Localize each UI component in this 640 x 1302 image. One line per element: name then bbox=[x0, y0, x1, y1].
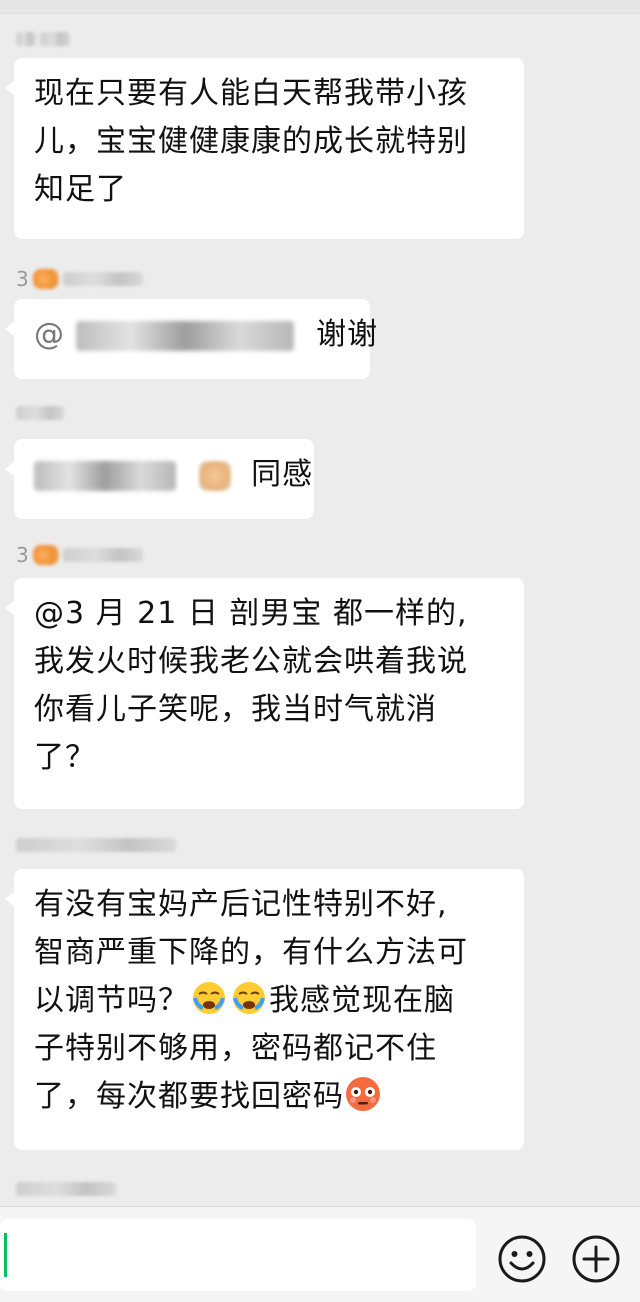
blurred-mention bbox=[75, 320, 294, 351]
message-text: 了，每次都要找回密码 bbox=[34, 1079, 344, 1114]
message-text: 我感觉现在脑 bbox=[269, 983, 455, 1018]
message-bubble-5[interactable]: 有没有宝妈产后记性特别不好, 智商严重下降的，有什么方法可 以调节吗？ 我感觉现… bbox=[5, 869, 524, 1150]
blurred-name bbox=[16, 838, 176, 852]
message-line: 你看儿子笑呢，我当时气就消 bbox=[34, 692, 437, 727]
blurred-name bbox=[16, 1182, 116, 1196]
message-bubble-4[interactable]: @3 月 21 日 剖男宝 都一样的, 我发火时候我老公就会哄着我说 你看儿子笑… bbox=[5, 578, 524, 809]
message-line: 以调节吗？ 我感觉现在脑 bbox=[34, 977, 508, 1025]
message-line: 现在只要有人能白天帮我带小孩 bbox=[34, 76, 468, 111]
sender-name-4: 3 bbox=[16, 542, 143, 568]
message-line: 了，每次都要找回密码 bbox=[34, 1073, 508, 1121]
blurred-name bbox=[62, 548, 143, 562]
text-caret bbox=[4, 1233, 7, 1277]
message-line: 子特别不够用，密码都记不住 bbox=[34, 1031, 437, 1066]
blurred-emoji bbox=[32, 269, 59, 289]
blurred-name bbox=[62, 272, 143, 286]
mention-prefix: @ bbox=[34, 317, 65, 352]
blurred-text bbox=[34, 460, 176, 491]
sender-name-1 bbox=[16, 26, 70, 52]
message-input[interactable] bbox=[0, 1219, 476, 1291]
message-bubble-1[interactable]: 现在只要有人能白天帮我带小孩 儿，宝宝健健康康的成长就特别 知足了 bbox=[5, 58, 524, 239]
blurred-name bbox=[16, 32, 36, 46]
sender-name-6 bbox=[16, 1176, 116, 1202]
chat-input-bar bbox=[0, 1206, 640, 1302]
message-line: @3 月 21 日 剖男宝 都一样的, bbox=[34, 596, 468, 631]
message-line: 有没有宝妈产后记性特别不好, bbox=[34, 887, 448, 922]
blurred-emoji bbox=[198, 460, 231, 491]
blurred-name bbox=[40, 32, 70, 46]
sender-prefix: 3 bbox=[16, 267, 29, 291]
flushed-face-emoji bbox=[346, 1077, 380, 1111]
crying-face-emoji bbox=[193, 982, 225, 1014]
crying-face-emoji bbox=[233, 982, 265, 1014]
message-bubble-2[interactable]: @ 谢谢 bbox=[5, 299, 377, 379]
message-bubble-3[interactable]: 同感 bbox=[5, 439, 314, 519]
top-edge bbox=[0, 0, 640, 14]
message-line: 了？ bbox=[34, 740, 96, 775]
message-text: 同感 bbox=[251, 457, 314, 492]
message-line: 智商严重下降的，有什么方法可 bbox=[34, 935, 468, 970]
smiley-face-icon[interactable] bbox=[496, 1233, 548, 1285]
message-line: 知足了 bbox=[34, 172, 127, 207]
sender-prefix: 3 bbox=[16, 543, 29, 567]
plus-circle-icon[interactable] bbox=[570, 1233, 622, 1285]
message-line: 我发火时候我老公就会哄着我说 bbox=[34, 644, 468, 679]
message-text: 以调节吗？ bbox=[34, 983, 189, 1018]
sender-name-5 bbox=[16, 832, 176, 858]
blurred-emoji bbox=[32, 545, 59, 565]
message-text: 谢谢 bbox=[316, 317, 379, 352]
message-line: 儿，宝宝健健康康的成长就特别 bbox=[34, 124, 468, 159]
sender-name-3 bbox=[16, 400, 64, 426]
sender-name-2: 3 bbox=[16, 266, 143, 292]
chat-area[interactable]: 现在只要有人能白天帮我带小孩 儿，宝宝健健康康的成长就特别 知足了 3 @ 谢谢… bbox=[0, 0, 640, 1206]
blurred-name bbox=[16, 406, 64, 420]
